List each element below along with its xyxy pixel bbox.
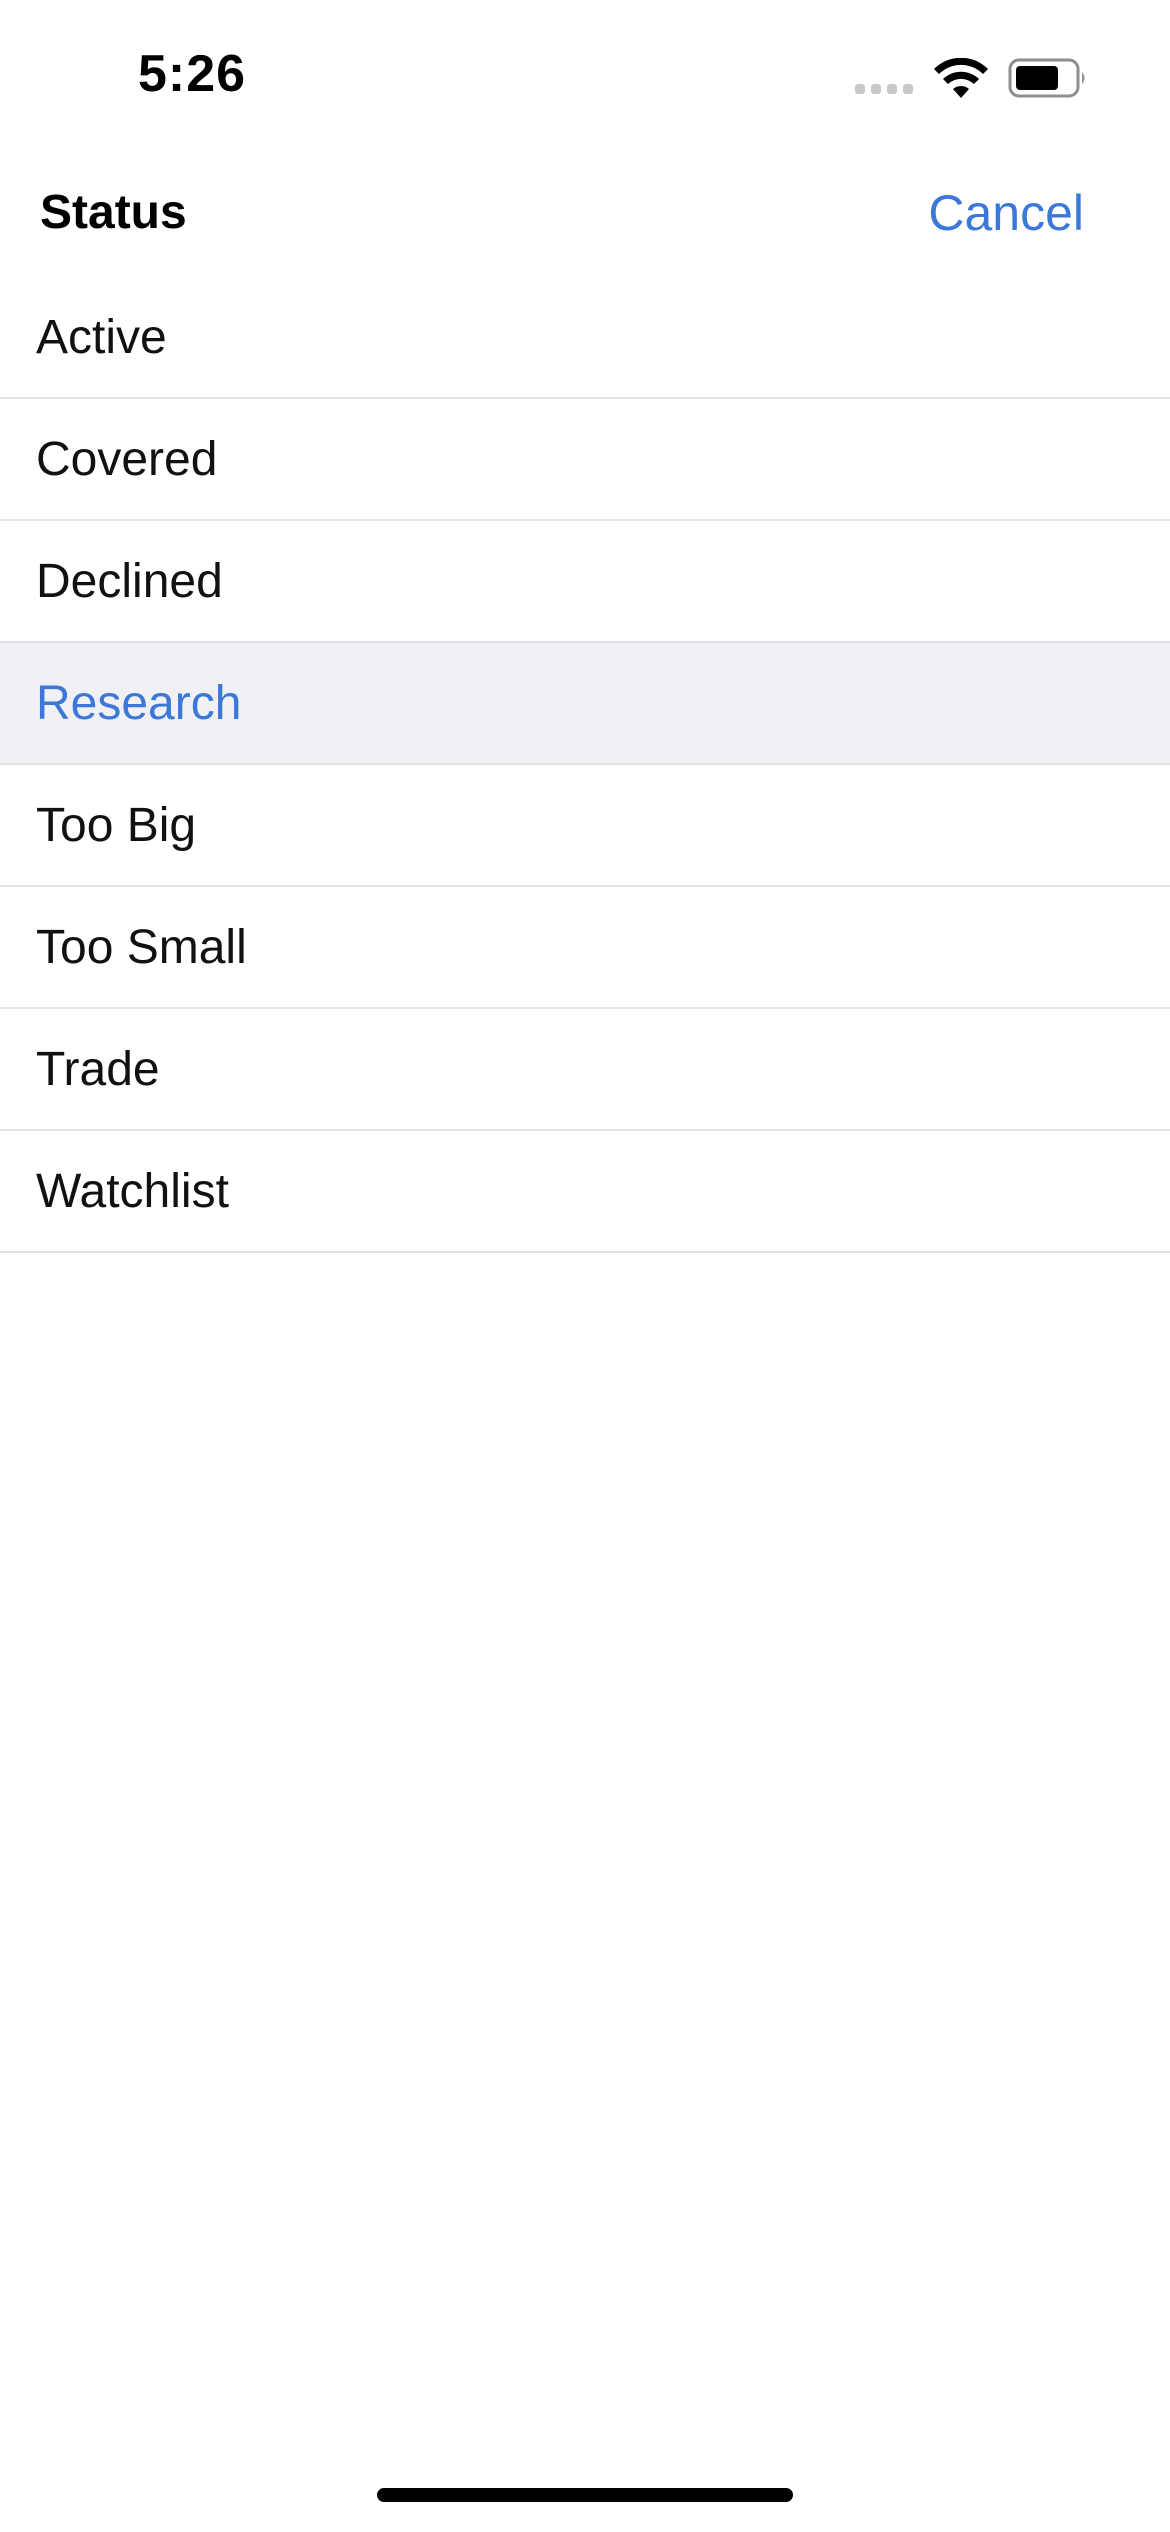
- status-options-list: Active Covered Declined Research Too Big…: [0, 277, 1170, 1253]
- list-item-label: Covered: [36, 433, 218, 486]
- list-item-label: Declined: [36, 555, 223, 608]
- wifi-icon: [934, 58, 988, 98]
- list-item-too-big[interactable]: Too Big: [0, 765, 1170, 887]
- battery-icon: [1008, 58, 1085, 98]
- list-item-label: Too Small: [36, 921, 247, 974]
- status-time: 5:26: [138, 45, 247, 103]
- list-item-label: Research: [36, 677, 242, 730]
- status-bar: 5:26: [0, 0, 1170, 150]
- list-item-label: Trade: [36, 1043, 160, 1096]
- list-item-trade[interactable]: Trade: [0, 1009, 1170, 1131]
- page-title: Status: [40, 186, 187, 239]
- home-indicator[interactable]: [377, 2488, 793, 2502]
- list-item-research[interactable]: Research: [0, 643, 1170, 765]
- header: Status Cancel: [0, 160, 1170, 270]
- list-item-label: Watchlist: [36, 1165, 229, 1218]
- list-item-label: Active: [36, 311, 167, 364]
- list-item-label: Too Big: [36, 799, 197, 852]
- cancel-button[interactable]: Cancel: [928, 184, 1084, 242]
- list-item-covered[interactable]: Covered: [0, 399, 1170, 521]
- list-item-too-small[interactable]: Too Small: [0, 887, 1170, 1009]
- cellular-signal-icon: [855, 84, 913, 94]
- list-item-active[interactable]: Active: [0, 277, 1170, 399]
- list-item-watchlist[interactable]: Watchlist: [0, 1131, 1170, 1253]
- list-item-declined[interactable]: Declined: [0, 521, 1170, 643]
